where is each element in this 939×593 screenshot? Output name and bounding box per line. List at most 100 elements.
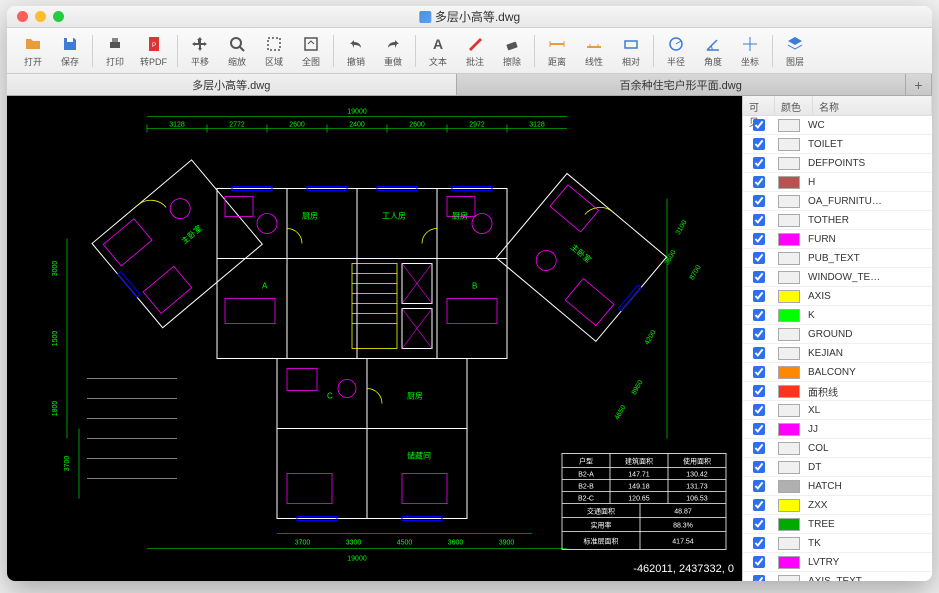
layer-visible-checkbox[interactable] — [753, 404, 765, 416]
layer-color-swatch[interactable] — [778, 404, 800, 417]
layer-visible-checkbox[interactable] — [753, 480, 765, 492]
layer-visible-checkbox[interactable] — [753, 252, 765, 264]
layer-row[interactable]: BALCONY — [743, 363, 932, 382]
toolbar-angle-button[interactable]: 角度 — [695, 32, 731, 70]
layer-color-swatch[interactable] — [778, 537, 800, 550]
layer-visible-checkbox[interactable] — [753, 518, 765, 530]
layer-row[interactable]: TOILET — [743, 135, 932, 154]
layer-color-swatch[interactable] — [778, 195, 800, 208]
layer-visible-checkbox[interactable] — [753, 157, 765, 169]
layer-row[interactable]: TOTHER — [743, 211, 932, 230]
tab-1[interactable]: 百余种住宅户形平面.dwg — [457, 74, 907, 95]
toolbar-folder-button[interactable]: 打开 — [15, 32, 51, 70]
layer-visible-checkbox[interactable] — [753, 347, 765, 359]
toolbar-print-button[interactable]: 打印 — [97, 32, 133, 70]
layer-color-swatch[interactable] — [778, 138, 800, 151]
layer-color-swatch[interactable] — [778, 518, 800, 531]
layer-visible-checkbox[interactable] — [753, 556, 765, 568]
layer-color-swatch[interactable] — [778, 423, 800, 436]
layer-row[interactable]: KEJIAN — [743, 344, 932, 363]
toolbar-rel-button[interactable]: 相对 — [613, 32, 649, 70]
layer-color-swatch[interactable] — [778, 214, 800, 227]
layer-color-swatch[interactable] — [778, 119, 800, 132]
toolbar-linear-button[interactable]: 线性 — [576, 32, 612, 70]
layer-color-swatch[interactable] — [778, 442, 800, 455]
layer-row[interactable]: XL — [743, 401, 932, 420]
toolbar-coord-button[interactable]: 坐标 — [732, 32, 768, 70]
layer-color-swatch[interactable] — [778, 157, 800, 170]
layer-color-swatch[interactable] — [778, 290, 800, 303]
layer-row[interactable]: WC — [743, 116, 932, 135]
layer-row[interactable]: FURN — [743, 230, 932, 249]
layer-color-swatch[interactable] — [778, 575, 800, 582]
layer-color-swatch[interactable] — [778, 233, 800, 246]
toolbar-area-button[interactable]: 区域 — [256, 32, 292, 70]
layer-row[interactable]: JJ — [743, 420, 932, 439]
toolbar-erase-button[interactable]: 擦除 — [494, 32, 530, 70]
layer-visible-checkbox[interactable] — [753, 138, 765, 150]
layer-visible-checkbox[interactable] — [753, 309, 765, 321]
layer-row[interactable]: TK — [743, 534, 932, 553]
toolbar-zoom-button[interactable]: 缩放 — [219, 32, 255, 70]
layer-color-swatch[interactable] — [778, 271, 800, 284]
layer-visible-checkbox[interactable] — [753, 290, 765, 302]
layer-row[interactable]: DEFPOINTS — [743, 154, 932, 173]
toolbar-radius-button[interactable]: 半径 — [658, 32, 694, 70]
layer-row[interactable]: AXIS_TEXT — [743, 572, 932, 581]
layer-visible-checkbox[interactable] — [753, 233, 765, 245]
layer-row[interactable]: GROUND — [743, 325, 932, 344]
layer-color-swatch[interactable] — [778, 347, 800, 360]
toolbar-layers-button[interactable]: 图层 — [777, 32, 813, 70]
toolbar-redo-button[interactable]: 重做 — [375, 32, 411, 70]
toolbar-pan-button[interactable]: 平移 — [182, 32, 218, 70]
toolbar-save-button[interactable]: 保存 — [52, 32, 88, 70]
layer-row[interactable]: COL — [743, 439, 932, 458]
layer-row[interactable]: H — [743, 173, 932, 192]
toolbar-text-button[interactable]: A文本 — [420, 32, 456, 70]
layer-row[interactable]: TREE — [743, 515, 932, 534]
layer-color-swatch[interactable] — [778, 461, 800, 474]
layer-color-swatch[interactable] — [778, 328, 800, 341]
layer-visible-checkbox[interactable] — [753, 461, 765, 473]
maximize-button[interactable] — [53, 11, 64, 22]
layer-color-swatch[interactable] — [778, 252, 800, 265]
layer-visible-checkbox[interactable] — [753, 575, 765, 581]
layer-visible-checkbox[interactable] — [753, 214, 765, 226]
layer-color-swatch[interactable] — [778, 499, 800, 512]
layer-visible-checkbox[interactable] — [753, 537, 765, 549]
layer-color-swatch[interactable] — [778, 480, 800, 493]
layer-color-swatch[interactable] — [778, 309, 800, 322]
layer-row[interactable]: WINDOW_TE… — [743, 268, 932, 287]
minimize-button[interactable] — [35, 11, 46, 22]
toolbar-undo-button[interactable]: 撤销 — [338, 32, 374, 70]
layer-visible-checkbox[interactable] — [753, 119, 765, 131]
layer-row[interactable]: OA_FURNITU… — [743, 192, 932, 211]
layer-row[interactable]: AXIS — [743, 287, 932, 306]
toolbar-fit-button[interactable]: 全图 — [293, 32, 329, 70]
layer-row[interactable]: LVTRY — [743, 553, 932, 572]
layer-visible-checkbox[interactable] — [753, 271, 765, 283]
layer-row[interactable]: K — [743, 306, 932, 325]
layer-visible-checkbox[interactable] — [753, 442, 765, 454]
new-tab-button[interactable]: + — [906, 74, 932, 95]
toolbar-dist-button[interactable]: 距离 — [539, 32, 575, 70]
layer-color-swatch[interactable] — [778, 385, 800, 398]
layer-row[interactable]: 面积线 — [743, 382, 932, 401]
layer-row[interactable]: HATCH — [743, 477, 932, 496]
close-button[interactable] — [17, 11, 28, 22]
layer-visible-checkbox[interactable] — [753, 328, 765, 340]
layer-visible-checkbox[interactable] — [753, 176, 765, 188]
layer-color-swatch[interactable] — [778, 556, 800, 569]
layer-row[interactable]: DT — [743, 458, 932, 477]
drawing-canvas[interactable]: 19000 3128277226002400260029723128 3000 … — [7, 96, 742, 581]
layer-visible-checkbox[interactable] — [753, 195, 765, 207]
tab-0[interactable]: 多层小高等.dwg — [7, 74, 457, 95]
layer-row[interactable]: ZXX — [743, 496, 932, 515]
layer-row[interactable]: PUB_TEXT — [743, 249, 932, 268]
layer-color-swatch[interactable] — [778, 366, 800, 379]
layer-visible-checkbox[interactable] — [753, 366, 765, 378]
toolbar-annot-button[interactable]: 批注 — [457, 32, 493, 70]
layer-color-swatch[interactable] — [778, 176, 800, 189]
toolbar-pdf-button[interactable]: P转PDF — [134, 32, 173, 70]
layer-visible-checkbox[interactable] — [753, 423, 765, 435]
